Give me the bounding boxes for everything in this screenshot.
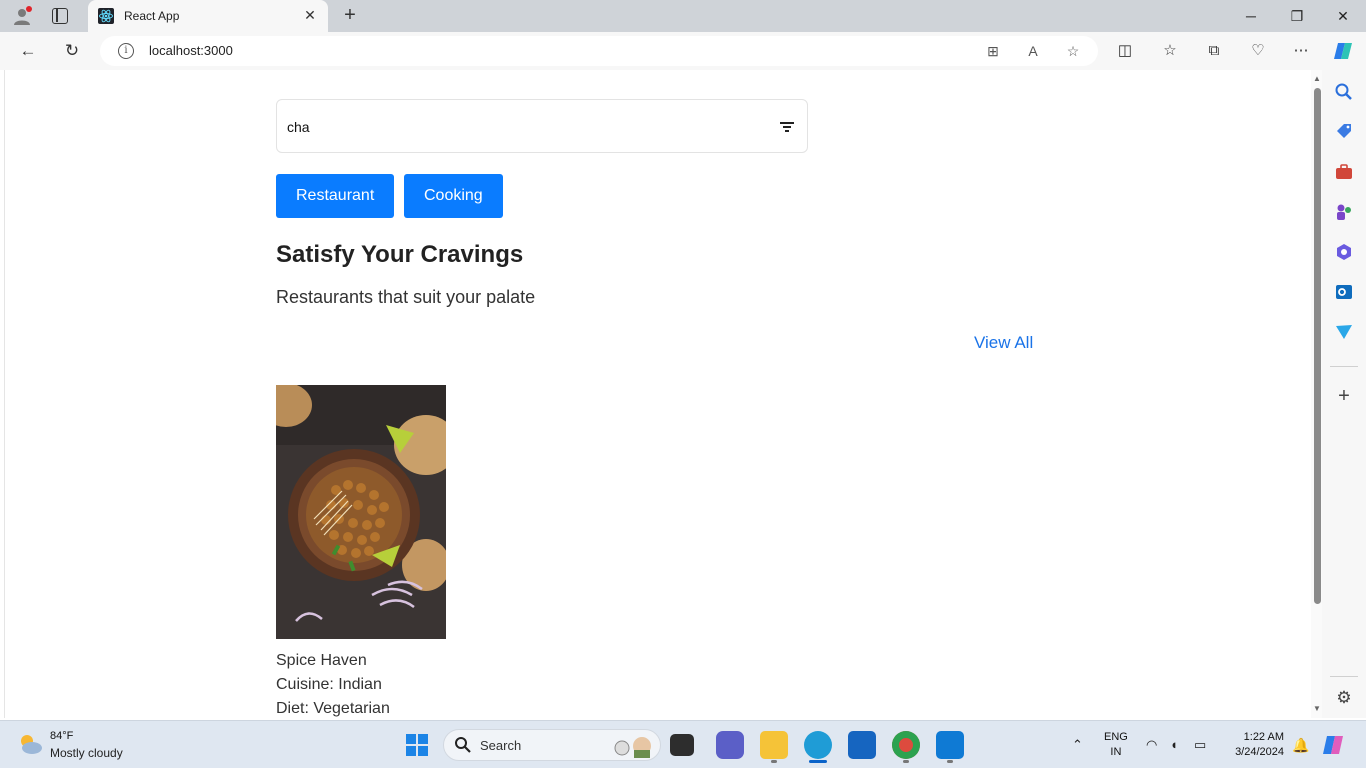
new-tab-button[interactable]: + xyxy=(338,4,362,28)
copilot-icon[interactable] xyxy=(1332,40,1354,62)
favorite-star-icon[interactable]: ☆ xyxy=(1063,41,1083,61)
region-code: IN xyxy=(1110,746,1122,758)
teams-chat-app-icon[interactable] xyxy=(716,731,744,759)
section-subtitle: Restaurants that suit your palate xyxy=(276,287,536,307)
copilot-taskbar-icon[interactable] xyxy=(1322,733,1346,757)
scrollbar-thumb[interactable] xyxy=(1314,88,1321,604)
task-view-app-icon[interactable] xyxy=(670,734,694,756)
cooking-button[interactable]: Cooking xyxy=(404,174,503,218)
restaurant-name: Spice Haven xyxy=(276,652,367,669)
vertical-scrollbar[interactable]: ▲ ▼ xyxy=(1311,70,1322,718)
wifi-icon[interactable]: ◠ xyxy=(1146,737,1157,753)
profile-icon[interactable] xyxy=(12,6,32,26)
weather-cloud-icon[interactable] xyxy=(16,731,44,757)
split-screen-icon[interactable]: ◫ xyxy=(1114,40,1136,62)
search-icon[interactable] xyxy=(1334,82,1354,102)
collections-icon[interactable]: ⧉ xyxy=(1203,40,1225,62)
favorites-icon[interactable]: ☆ xyxy=(1159,40,1181,62)
food-image xyxy=(276,385,446,639)
microsoft-store-app-icon[interactable] xyxy=(848,731,876,759)
running-indicator xyxy=(903,760,909,763)
restaurant-card[interactable]: Spice Haven Cuisine: Indian Diet: Vegeta… xyxy=(276,385,446,718)
react-icon xyxy=(98,8,114,24)
clock-time: 1:22 AM xyxy=(1243,731,1284,743)
notification-bell-icon[interactable]: 🔔 xyxy=(1292,737,1309,754)
search-box xyxy=(276,99,808,153)
minimize-button[interactable]: ─ xyxy=(1228,0,1274,32)
volume-icon[interactable]: ◖ xyxy=(1170,737,1178,752)
chrome-app-icon[interactable] xyxy=(892,731,920,759)
tools-icon[interactable] xyxy=(1334,162,1354,182)
taskbar-search-label: Search xyxy=(480,738,522,753)
games-icon[interactable] xyxy=(1334,202,1354,222)
running-indicator xyxy=(947,760,953,763)
tab-actions-icon[interactable] xyxy=(52,8,68,24)
app-available-icon[interactable]: ⊞ xyxy=(983,41,1003,61)
weather-description[interactable]: Mostly cloudy xyxy=(50,746,123,760)
view-all-link[interactable]: View All xyxy=(974,333,1033,353)
running-indicator xyxy=(771,760,777,763)
browser-toolbar: ← ↻ i localhost:3000 ⊞ A ☆ ◫ ☆ ⧉ ♡ ⋯ xyxy=(0,32,1366,70)
search-highlight-icon xyxy=(614,737,651,758)
filter-icon[interactable] xyxy=(779,120,795,134)
address-bar[interactable]: i localhost:3000 ⊞ A ☆ xyxy=(100,36,1098,66)
windows-taskbar: 84°F Mostly cloudy Search ⌃ ENG IN ◠ ◖ ▭… xyxy=(0,720,1366,768)
browser-essentials-icon[interactable]: ♡ xyxy=(1247,40,1269,62)
edge-app-icon[interactable] xyxy=(804,731,832,759)
settings-gear-icon[interactable]: ⚙ xyxy=(1334,688,1354,708)
tab-title: React App xyxy=(124,9,180,23)
send-icon[interactable] xyxy=(1334,322,1354,342)
active-indicator xyxy=(809,760,827,763)
shopping-icon[interactable] xyxy=(1334,122,1354,142)
scroll-down-arrow-icon[interactable]: ▼ xyxy=(1313,704,1321,713)
restaurant-cuisine: Cuisine: Indian xyxy=(276,676,382,693)
restaurant-button[interactable]: Restaurant xyxy=(276,174,395,218)
scroll-up-arrow-icon[interactable]: ▲ xyxy=(1313,74,1321,83)
file-explorer-app-icon[interactable] xyxy=(760,731,788,759)
microsoft-365-icon[interactable] xyxy=(1334,242,1354,262)
search-icon xyxy=(455,737,471,753)
battery-icon[interactable]: ▭ xyxy=(1194,737,1206,753)
windows-start-icon[interactable] xyxy=(405,733,429,757)
language-code: ENG xyxy=(1104,731,1128,743)
show-hidden-icons-icon[interactable]: ⌃ xyxy=(1072,737,1083,753)
add-sidebar-app-icon[interactable]: + xyxy=(1334,386,1354,406)
tab-react-app[interactable]: React App ✕ xyxy=(88,0,328,32)
back-icon[interactable]: ← xyxy=(17,40,39,62)
browser-titlebar: React App ✕ + ─ ❐ ✕ xyxy=(0,0,1366,32)
input-language[interactable]: ENG IN xyxy=(1104,730,1128,760)
sidebar-divider xyxy=(1330,366,1358,367)
search-input[interactable] xyxy=(287,116,767,138)
restaurant-diet: Diet: Vegetarian xyxy=(276,700,390,717)
close-window-button[interactable]: ✕ xyxy=(1320,0,1366,32)
refresh-icon[interactable]: ↻ xyxy=(61,40,83,62)
clock-date: 3/24/2024 xyxy=(1235,746,1284,758)
sidebar-divider xyxy=(1330,676,1358,677)
edge-sidebar: + ⚙ xyxy=(1322,70,1366,718)
site-info-icon[interactable]: i xyxy=(118,43,134,59)
restore-button[interactable]: ❐ xyxy=(1274,0,1320,32)
url-text[interactable]: localhost:3000 xyxy=(149,43,233,58)
taskbar-search[interactable]: Search xyxy=(443,729,661,761)
section-title: Satisfy Your Cravings xyxy=(276,241,524,268)
system-clock[interactable]: 1:22 AM 3/24/2024 xyxy=(1226,730,1284,760)
tab-close-icon[interactable]: ✕ xyxy=(302,7,318,23)
page-viewport: Restaurant Cooking Satisfy Your Cravings… xyxy=(4,70,1322,718)
vscode-app-icon[interactable] xyxy=(936,731,964,759)
weather-temperature[interactable]: 84°F xyxy=(50,730,73,742)
more-menu-icon[interactable]: ⋯ xyxy=(1290,40,1312,62)
outlook-icon[interactable] xyxy=(1334,282,1354,302)
read-aloud-icon[interactable]: A xyxy=(1023,41,1043,61)
